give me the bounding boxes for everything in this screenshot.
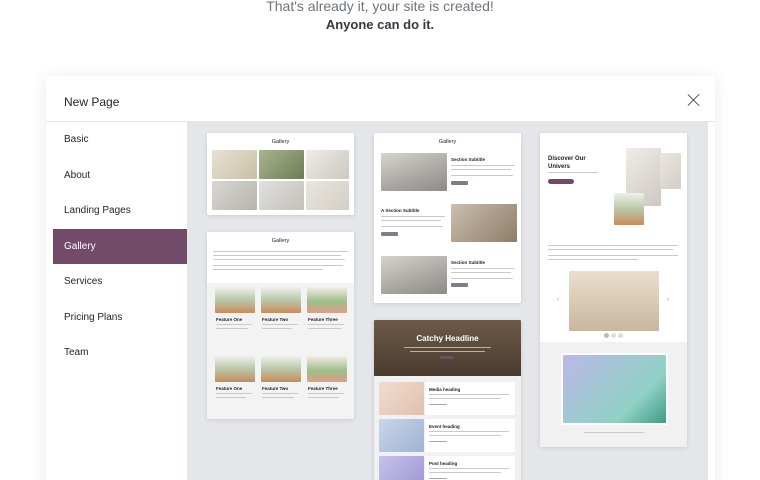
section-button [381, 232, 398, 236]
section-image [451, 204, 517, 242]
text-line [451, 175, 513, 177]
dialog-title: New Page [64, 95, 120, 109]
template-preview-area: Gallery Gallery Feature One Feature Two … [187, 122, 708, 480]
media-heading: Media heading [429, 387, 461, 392]
feature-title: Feature Two [262, 386, 289, 391]
template-title: Gallery [271, 238, 290, 244]
feature-title: Feature One [216, 317, 243, 322]
carousel-prev-icon: ‹ [557, 297, 559, 303]
template-gallery-sections[interactable]: Gallery Section Subtitle A Section Subti… [374, 133, 521, 303]
template-title: Gallery [438, 139, 457, 145]
carousel-next-icon: › [667, 297, 669, 303]
sidebar-item-team[interactable]: Team [53, 335, 187, 371]
feature-title: Feature One [216, 386, 243, 391]
new-page-dialog: New Page Basic About Landing Pages Galle… [46, 76, 715, 480]
sidebar-item-basic[interactable]: Basic [53, 122, 187, 158]
text-line [213, 255, 341, 257]
media-image [379, 419, 424, 452]
text-line [548, 255, 678, 257]
carousel-dot [618, 333, 623, 338]
template-gallery-grid[interactable]: Gallery [207, 133, 354, 215]
carousel-dot [604, 333, 609, 338]
carousel-dot [611, 333, 616, 338]
feature-image [215, 287, 255, 313]
section-subtitle: Section Subtitle [451, 260, 486, 265]
feature-title: Feature Three [308, 317, 338, 322]
feature-image [261, 287, 301, 313]
text-line [213, 259, 345, 261]
close-icon[interactable] [687, 93, 701, 107]
gallery-image [212, 150, 257, 179]
media-image [379, 456, 424, 480]
media-heading: Post heading [429, 461, 458, 466]
text-line [451, 272, 511, 274]
template-discover[interactable]: Discover Our Univers ‹ › [540, 133, 687, 447]
text-line [451, 278, 513, 280]
text-line [381, 226, 443, 228]
sidebar-item-landing-pages[interactable]: Landing Pages [53, 193, 187, 229]
sidebar-item-services[interactable]: Services [53, 264, 187, 300]
template-catchy-headline[interactable]: Catchy Headline Media heading Event head… [374, 320, 521, 480]
feature-image [563, 355, 666, 423]
media-image [379, 382, 424, 415]
feature-title: Feature Three [308, 386, 338, 391]
collage-image [660, 153, 681, 189]
sidebar-item-gallery[interactable]: Gallery [53, 228, 187, 264]
hero-emphasis: Anyone can do it. [325, 17, 435, 32]
gallery-image [306, 181, 349, 210]
text-line [548, 172, 598, 174]
text-line [451, 268, 515, 270]
section-subtitle: A Section Subtitle [381, 208, 420, 213]
carousel-image [569, 271, 659, 331]
text-line [451, 165, 515, 167]
sidebar-item-pricing-plans[interactable]: Pricing Plans [53, 300, 187, 336]
text-line [381, 220, 441, 222]
collage-image [614, 193, 644, 225]
section-image [381, 153, 447, 191]
text-line [213, 251, 348, 253]
gallery-image [212, 181, 257, 210]
text-line [548, 259, 638, 261]
feature-image [261, 356, 301, 382]
gallery-image [306, 150, 349, 179]
section-button [451, 181, 468, 185]
banner-button [440, 356, 454, 359]
dialog-header: New Page [46, 76, 715, 122]
text-line [381, 216, 445, 218]
media-heading: Event heading [429, 424, 460, 429]
template-title: Gallery [271, 139, 290, 145]
gallery-image [259, 181, 304, 210]
text-line [548, 245, 678, 247]
text-line [548, 249, 673, 251]
text-line [213, 265, 343, 267]
gallery-image [259, 150, 304, 179]
discover-button [548, 179, 574, 184]
category-sidebar: Basic About Landing Pages Gallery Servic… [53, 122, 187, 480]
template-gallery-features[interactable]: Gallery Feature One Feature Two Feature … [207, 232, 354, 419]
feature-title: Feature Two [262, 317, 289, 322]
section-button [451, 283, 468, 287]
section-subtitle: Section Subtitle [451, 157, 486, 162]
feature-image [215, 356, 255, 382]
section-image [381, 256, 447, 294]
discover-title-line-2: Univers [548, 164, 571, 170]
sidebar-item-about[interactable]: About [53, 158, 187, 194]
hero-subtitle: That's already it, your site is created! [266, 0, 494, 14]
banner-headline: Catchy Headline [416, 334, 479, 343]
feature-image [307, 356, 347, 382]
discover-title-line-1: Discover Our [548, 156, 586, 162]
text-line [213, 269, 323, 271]
text-line [451, 169, 511, 171]
feature-image [307, 287, 347, 313]
